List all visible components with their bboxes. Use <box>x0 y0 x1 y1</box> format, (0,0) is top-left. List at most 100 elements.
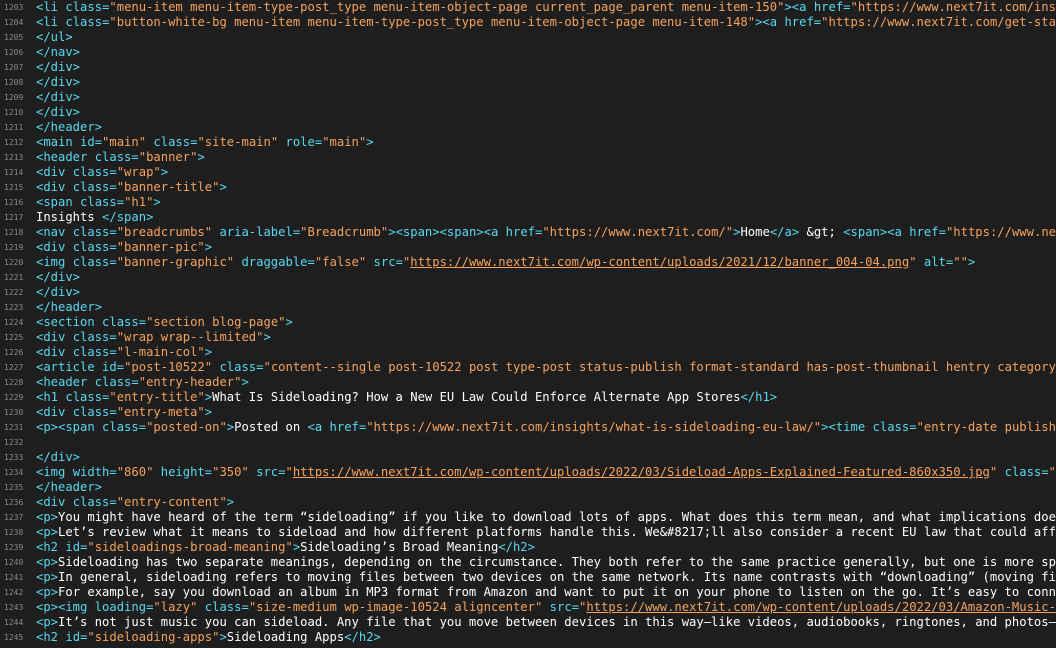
code-token-val: "https://www.next7it.com/get-started <box>821 15 1056 29</box>
code-token-url[interactable]: https://www.next7it.com/wp-content/uploa… <box>586 600 1056 614</box>
line-number: 1232 <box>4 438 24 447</box>
line-number: 1227 <box>4 363 24 372</box>
code-line[interactable]: <h1 class="entry-title">What Is Sideload… <box>36 390 1056 405</box>
code-token-tag: <p> <box>36 615 59 629</box>
code-editor[interactable]: 1203 1204 1205 1206 1207 1208 1209 1210 1211 1212… <box>0 0 1056 648</box>
code-line[interactable]: <h2 id="sideloading-apps">Sideloading Ap… <box>36 630 1056 645</box>
code-token-val: " <box>285 465 293 479</box>
code-line[interactable]: <p>In general, sideloading refers to mov… <box>36 570 1056 585</box>
code-token-tag: > <box>153 195 161 209</box>
code-line[interactable]: </div> <box>36 75 1056 90</box>
code-line[interactable]: <div class="wrap wrap--limited"> <box>36 330 1056 345</box>
code-token-text: Posted on <box>234 420 308 434</box>
code-token-url[interactable]: https://www.next7it.com/wp-content/uploa… <box>410 255 909 269</box>
line-number: 1217 <box>4 213 24 222</box>
line-number: 1241 <box>4 573 24 582</box>
code-token-attr: width= <box>72 465 117 479</box>
code-token-tag: <div <box>36 495 73 509</box>
code-token-tag: </h1> <box>740 390 778 404</box>
code-token-tag: > <box>204 240 213 254</box>
code-line[interactable]: </header> <box>36 120 1056 135</box>
code-token-tag: > <box>219 180 227 194</box>
code-line[interactable]: </div> <box>36 450 1056 465</box>
code-token-tag: > <box>241 375 249 389</box>
line-number: 1236 <box>4 498 24 507</box>
code-line[interactable]: </header> <box>36 300 1056 315</box>
code-token-attr: src= <box>542 600 579 614</box>
line-number: 1245 <box>4 633 24 642</box>
code-line[interactable]: <article id="post-10522" class="content-… <box>36 360 1056 375</box>
code-token-attr: href= <box>329 420 367 434</box>
code-line[interactable]: </ul> <box>36 30 1056 45</box>
code-line[interactable]: <nav class="breadcrumbs" aria-label="Bre… <box>36 225 1056 240</box>
code-line[interactable]: <p>Let’s review what it means to sideloa… <box>36 525 1056 540</box>
code-token-tag: <div <box>36 165 73 179</box>
code-token-text: Sideloading Apps <box>226 630 345 644</box>
code-token-tag: <p> <box>36 510 59 524</box>
code-line[interactable]: </div> <box>36 60 1056 75</box>
code-line[interactable]: </div> <box>36 90 1056 105</box>
code-line[interactable]: <section class="section blog-page"> <box>36 315 1056 330</box>
code-token-val: "https://www.next7it.com/insights/what-i… <box>366 420 822 434</box>
code-line[interactable]: <div class="entry-content"> <box>36 495 1056 510</box>
code-token-tag: </nav> <box>36 45 81 59</box>
source-code-area[interactable]: <li class="menu-item menu-item-type-post… <box>36 0 1056 648</box>
code-token-text: In general, sideloading refers to moving… <box>58 570 1056 584</box>
code-line[interactable]: <p>For example, say you download an albu… <box>36 585 1056 600</box>
code-token-val: "wrap wrap--limited" <box>116 330 264 344</box>
code-token-tag: <p> <box>36 585 59 599</box>
code-line[interactable]: <div class="banner-pic"> <box>36 240 1056 255</box>
code-line[interactable]: <p><img loading="lazy" class="size-mediu… <box>36 600 1056 615</box>
code-line[interactable]: </div> <box>36 270 1056 285</box>
code-line[interactable]: <div class="wrap"> <box>36 165 1056 180</box>
code-token-attr: href= <box>909 225 946 239</box>
code-token-tag: </header> <box>36 120 103 134</box>
code-line[interactable]: <span class="h1"> <box>36 195 1056 210</box>
line-number: 1237 <box>4 513 24 522</box>
code-line[interactable]: </div> <box>36 285 1056 300</box>
code-token-tag: <p> <box>36 570 59 584</box>
code-line[interactable]: </div> <box>36 105 1056 120</box>
code-line[interactable]: <img class="banner-graphic" draggable="f… <box>36 255 1056 270</box>
code-token-val: "menu-item menu-item-type-post_type menu… <box>109 0 785 14</box>
code-line[interactable]: </header> <box>36 480 1056 495</box>
line-number: 1219 <box>4 243 24 252</box>
code-token-val: "breadcrumbs" <box>116 225 213 239</box>
code-token-tag: </div> <box>36 285 81 299</box>
code-line[interactable]: <li class="button-white-bg menu-item men… <box>36 15 1056 30</box>
code-line[interactable]: <main id="main" class="site-main" role="… <box>36 135 1056 150</box>
code-line[interactable]: <header class="entry-header"> <box>36 375 1056 390</box>
code-token-val: "main" <box>322 135 367 149</box>
code-token-tag: </div> <box>36 450 81 464</box>
code-token-tag: <div <box>36 330 73 344</box>
code-token-tag: <p> <box>36 525 59 539</box>
code-token-attr: class= <box>72 225 117 239</box>
line-number: 1208 <box>4 78 24 87</box>
code-token-val: "Breadcrumb" <box>300 225 389 239</box>
code-line[interactable]: <div class="banner-title"> <box>36 180 1056 195</box>
code-token-tag: <a <box>307 420 330 434</box>
code-line[interactable] <box>36 435 1056 450</box>
code-token-url[interactable]: https://www.next7it.com/wp-content/uploa… <box>293 465 990 479</box>
code-line[interactable]: <h2 id="sideloadings-broad-meaning">Side… <box>36 540 1056 555</box>
code-line[interactable]: <img width="860" height="350" src="https… <box>36 465 1056 480</box>
code-line[interactable]: <p>It’s not just music you can sideload.… <box>36 615 1056 630</box>
code-token-tag: <article <box>36 360 103 374</box>
code-token-tag: ><span><span><a <box>388 225 506 239</box>
code-token-attr: id= <box>102 360 125 374</box>
code-line[interactable]: <p><span class="posted-on">Posted on <a … <box>36 420 1056 435</box>
code-token-val: "atta <box>1048 465 1056 479</box>
code-line[interactable]: <header class="banner"> <box>36 150 1056 165</box>
code-line[interactable]: <p>You might have heard of the term “sid… <box>36 510 1056 525</box>
code-token-val: "" <box>953 255 968 269</box>
code-line[interactable]: <li class="menu-item menu-item-type-post… <box>36 0 1056 15</box>
code-line[interactable]: </nav> <box>36 45 1056 60</box>
code-token-tag: </div> <box>36 60 81 74</box>
line-number: 1226 <box>4 348 24 357</box>
code-line[interactable]: <div class="l-main-col"> <box>36 345 1056 360</box>
code-line[interactable]: Insights </span> <box>36 210 1056 225</box>
code-line[interactable]: <p>Sideloading has two separate meanings… <box>36 555 1056 570</box>
code-token-attr: class= <box>94 150 139 164</box>
code-line[interactable]: <div class="entry-meta"> <box>36 405 1056 420</box>
line-number: 1221 <box>4 273 24 282</box>
